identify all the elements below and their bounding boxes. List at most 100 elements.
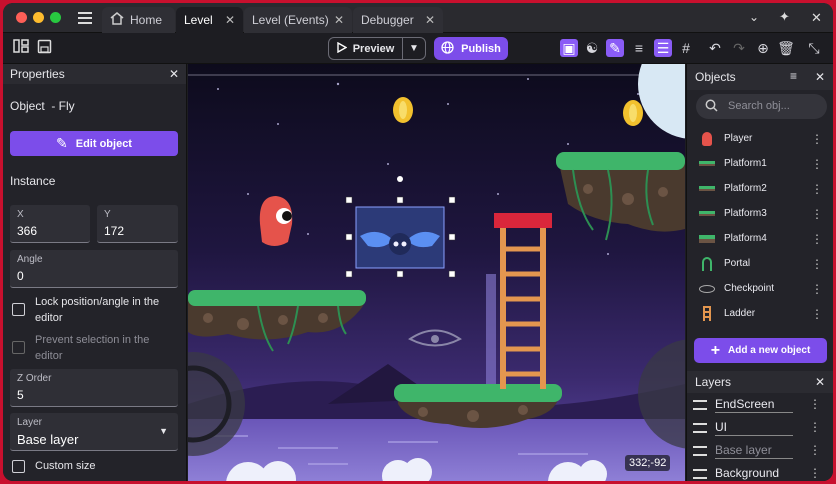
more-icon[interactable]: ⋮ (811, 257, 823, 271)
close-tab-icon[interactable]: ✕ (225, 13, 235, 27)
zorder-label: Z Order (17, 373, 52, 384)
edit-pen-icon[interactable]: ✎ (606, 39, 624, 57)
drag-handle-icon[interactable] (693, 423, 707, 433)
object-item-portal[interactable]: Portal ⋮ (687, 251, 833, 276)
platform-icon (699, 234, 715, 243)
scene-artwork (188, 64, 685, 481)
menu-icon[interactable] (78, 12, 92, 24)
redo-icon[interactable]: ↷ (730, 39, 748, 57)
y-field[interactable]: Y 172 (97, 205, 178, 243)
zorder-field[interactable]: Z Order 5 (10, 369, 178, 407)
close-properties-icon[interactable]: ✕ (169, 67, 179, 81)
more-icon[interactable]: ⋮ (811, 157, 823, 171)
zoom-icon[interactable]: ⊕ (754, 39, 772, 57)
grid-icon[interactable]: # (677, 39, 695, 57)
close-objects-icon[interactable]: ✕ (815, 70, 825, 84)
layer-item-ui[interactable]: UI ⋮ (687, 416, 833, 439)
drag-handle-icon[interactable] (693, 469, 707, 479)
tab-level[interactable]: Level ✕ (176, 7, 243, 33)
edit-object-button[interactable]: ✎ Edit object (10, 131, 178, 156)
more-icon[interactable]: ⋮ (811, 282, 823, 296)
layer-item-label: UI (715, 420, 793, 436)
trash-icon[interactable]: 🗑 (777, 39, 795, 57)
object-item-platform3[interactable]: Platform3 ⋮ (687, 201, 833, 226)
tab-debugger-label: Debugger (361, 13, 414, 27)
layer-select[interactable]: Layer Base layer ▼ (10, 413, 178, 451)
chevron-down-icon[interactable]: ⌄ (749, 10, 759, 24)
more-icon[interactable]: ⋮ (809, 443, 821, 457)
search-placeholder: Search obj... (728, 100, 790, 112)
angle-label: Angle (17, 254, 43, 265)
custom-size-checkbox[interactable] (12, 460, 25, 473)
more-icon[interactable]: ⋮ (811, 132, 823, 146)
properties-header: Properties ✕ (3, 64, 186, 84)
object-item-player[interactable]: Player ⋮ (687, 126, 833, 151)
preview-main[interactable]: Preview (329, 38, 403, 59)
objects-group-icon[interactable]: ☯ (583, 39, 601, 57)
properties-panel: Properties ✕ Object - Fly ✎ Edit object … (3, 64, 187, 481)
more-icon[interactable]: ⋮ (809, 397, 821, 411)
layer-item-label: Base layer (715, 443, 793, 459)
close-tab-icon[interactable]: ✕ (334, 13, 344, 27)
search-input[interactable]: Search obj... (696, 94, 827, 119)
angle-field[interactable]: Angle 0 (10, 250, 178, 288)
properties-title: Properties (10, 67, 65, 81)
lock-label: Lock position/angle in the editor (35, 296, 160, 324)
more-icon[interactable]: ⋮ (809, 420, 821, 434)
puzzle-icon[interactable]: ✦ (779, 9, 790, 25)
tab-debugger[interactable]: Debugger ✕ (353, 7, 443, 33)
publish-button[interactable]: Publish (434, 37, 508, 60)
object-item-ladder[interactable]: Ladder ⋮ (687, 301, 833, 326)
preview-dropdown-icon[interactable]: ▼ (403, 43, 425, 54)
panels-icon[interactable] (12, 39, 30, 57)
object-name: Object - Fly (10, 99, 75, 113)
cube-icon[interactable]: ▣ (560, 39, 578, 57)
object-item-label: Player (724, 133, 753, 144)
layer-item-base-layer[interactable]: Base layer ⋮ (687, 439, 833, 462)
x-field[interactable]: X 366 (10, 205, 90, 243)
layer-item-background[interactable]: Background ⋮ (687, 462, 833, 481)
pencil-icon: ✎ (56, 135, 68, 151)
close-icon[interactable]: ✕ (811, 10, 822, 26)
expand-icon[interactable]: ⤡ (805, 39, 823, 57)
object-item-checkpoint[interactable]: Checkpoint ⋮ (687, 276, 833, 301)
lock-checkbox[interactable] (12, 303, 25, 316)
portal-icon (702, 256, 712, 271)
scene-canvas[interactable]: 332;-92 (188, 64, 685, 481)
object-item-label: Platform3 (724, 208, 767, 219)
player-icon (702, 131, 712, 146)
globe-icon (441, 40, 454, 57)
close-tab-icon[interactable]: ✕ (425, 13, 435, 27)
list-icon[interactable]: ≡ (630, 39, 648, 57)
drag-handle-icon[interactable] (693, 446, 707, 456)
more-icon[interactable]: ⋮ (809, 466, 821, 480)
object-item-label: Platform4 (724, 233, 767, 244)
minimize-window-button[interactable] (33, 12, 44, 23)
close-window-button[interactable] (16, 12, 27, 23)
title-bar: Home Level ✕ Level (Events) ✕ Debugger ✕… (3, 3, 833, 33)
drag-handle-icon[interactable] (693, 400, 707, 410)
custom-size-label: Custom size (35, 460, 96, 472)
maximize-window-button[interactable] (50, 12, 61, 23)
more-icon[interactable]: ⋮ (811, 182, 823, 196)
add-object-button[interactable]: + Add a new object (694, 338, 827, 363)
prevent-selection-checkbox[interactable] (12, 341, 25, 354)
undo-icon[interactable]: ↶ (706, 39, 724, 57)
object-item-platform1[interactable]: Platform1 ⋮ (687, 151, 833, 176)
publish-label: Publish (461, 42, 501, 55)
layer-item-endscreen[interactable]: EndScreen ⋮ (687, 393, 833, 416)
more-icon[interactable]: ⋮ (811, 232, 823, 246)
tab-level-events[interactable]: Level (Events) ✕ (244, 7, 352, 33)
object-item-platform2[interactable]: Platform2 ⋮ (687, 176, 833, 201)
layers-icon[interactable]: ☰ (654, 39, 672, 57)
layers-title: Layers (695, 375, 732, 389)
more-icon[interactable]: ⋮ (811, 307, 823, 321)
object-item-platform4[interactable]: Platform4 ⋮ (687, 226, 833, 251)
preview-button[interactable]: Preview ▼ (328, 37, 426, 60)
platform-icon (699, 161, 715, 166)
filter-icon[interactable]: ≡ (790, 69, 797, 83)
save-icon[interactable] (35, 39, 53, 57)
tab-home[interactable]: Home (102, 7, 175, 33)
more-icon[interactable]: ⋮ (811, 207, 823, 221)
close-layers-icon[interactable]: ✕ (815, 375, 825, 389)
